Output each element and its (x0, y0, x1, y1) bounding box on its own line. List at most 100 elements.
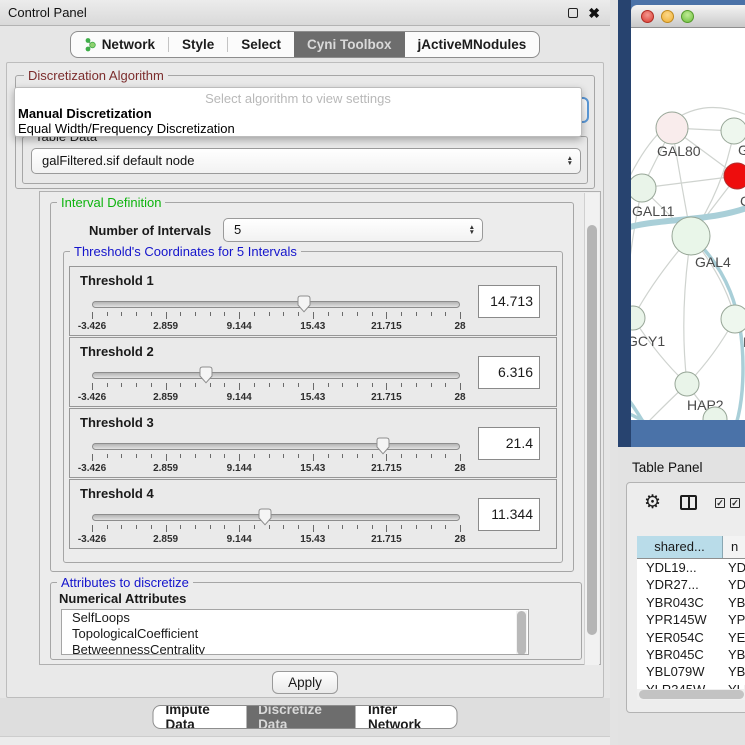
network-node[interactable] (724, 163, 745, 189)
tab-jactivemnodules[interactable]: jActiveMNodules (405, 32, 540, 57)
close-traffic-light-icon[interactable] (641, 10, 654, 23)
settings-scrollbar[interactable] (584, 193, 599, 665)
tick-mark (372, 525, 373, 529)
threshold-value-field[interactable]: 6.316 (478, 356, 540, 389)
scale-label: -3.426 (78, 463, 106, 474)
scale-label: 28 (454, 392, 465, 403)
tick-mark (239, 383, 240, 390)
attributes-list-scrollbar[interactable] (516, 611, 527, 655)
tab-discretize-data[interactable]: Discretize Data (246, 706, 356, 728)
slider-track[interactable] (92, 514, 460, 521)
tick-mark (210, 312, 211, 316)
slider-track[interactable] (92, 301, 460, 308)
tick-mark (180, 312, 181, 316)
attribute-list-item[interactable]: BetweennessCentrality (62, 642, 528, 655)
table-row[interactable]: YDR27...YDR2 (637, 576, 745, 593)
slider-handle[interactable] (375, 437, 390, 455)
slider-handle[interactable] (257, 508, 272, 526)
control-panel-titlebar: Control Panel ✖ (0, 0, 610, 26)
network-edge[interactable] (633, 318, 687, 384)
number-of-intervals-combobox[interactable]: 5 ▲▼ (223, 218, 483, 242)
scale-label: -3.426 (78, 534, 106, 545)
threshold-label: Threshold 1 (80, 273, 154, 288)
slider-track[interactable] (92, 443, 460, 450)
dropdown-option-manual-discretization[interactable]: Manual Discretization (18, 106, 152, 121)
network-node[interactable] (721, 118, 745, 144)
threshold-value-field[interactable]: 21.4 (478, 427, 540, 460)
tick-mark (269, 312, 270, 316)
scale-label: 9.144 (227, 463, 252, 474)
tick-mark (136, 525, 137, 529)
apply-button[interactable]: Apply (272, 671, 338, 694)
zoom-traffic-light-icon[interactable] (681, 10, 694, 23)
tick-mark (92, 383, 93, 390)
threshold-value-field[interactable]: 11.344 (478, 498, 540, 531)
tick-mark (357, 383, 358, 387)
tick-mark (298, 383, 299, 387)
group-title: Threshold's Coordinates for 5 Intervals (70, 244, 301, 259)
threshold-slider[interactable]: -3.4262.8599.14415.4321.71528 (92, 435, 460, 477)
threshold-slider[interactable]: -3.4262.8599.14415.4321.71528 (92, 506, 460, 548)
column-header-shared[interactable]: shared... (637, 536, 723, 558)
tick-mark (107, 525, 108, 529)
thresholds-group: Threshold's Coordinates for 5 Intervals … (63, 251, 563, 563)
checkbox-icon[interactable]: ✓ (730, 498, 740, 508)
gear-icon[interactable]: ⚙ (644, 491, 661, 514)
numerical-attributes-list[interactable]: SelfLoopsTopologicalCoefficientBetweenne… (61, 609, 529, 655)
network-canvas[interactable]: GAL80GACGAL11GAL4GCY1HHAP2 (631, 28, 745, 420)
threshold-panel: Threshold 1 -3.4262.8599.14415.4321.71528… (69, 266, 557, 336)
threshold-slider[interactable]: -3.4262.8599.14415.4321.71528 (92, 293, 460, 335)
tick-mark (107, 312, 108, 316)
tab-select[interactable]: Select (228, 32, 294, 57)
node-table: shared... n YDL19...YDL1YDR27...YDR2YBR0… (637, 536, 745, 694)
tick-mark (180, 383, 181, 387)
table-row[interactable]: YBR043CYBR0 (637, 594, 745, 611)
group-title: Interval Definition (57, 195, 165, 210)
table-row[interactable]: YDL19...YDL1 (637, 559, 745, 576)
network-node[interactable] (672, 217, 710, 255)
threshold-slider[interactable]: -3.4262.8599.14415.4321.71528 (92, 364, 460, 406)
tab-impute-data[interactable]: Impute Data (154, 706, 247, 728)
scale-label: 15.43 (300, 321, 325, 332)
desktop-edge (618, 0, 631, 447)
cell-name: YBL0 (723, 663, 745, 680)
table-panel-title: Table Panel (632, 460, 703, 475)
tick-mark (342, 383, 343, 387)
checkbox-icon[interactable]: ✓ (715, 498, 725, 508)
threshold-value-field[interactable]: 14.713 (478, 285, 540, 318)
table-row[interactable]: YBR045CYBR0 (637, 646, 745, 663)
tab-cyni-toolbox[interactable]: Cyni Toolbox (294, 32, 405, 57)
tab-style[interactable]: Style (169, 32, 227, 57)
network-node[interactable] (631, 174, 656, 202)
dropdown-option-equal-width[interactable]: Equal Width/Frequency Discretization (18, 121, 235, 136)
table-data-combobox[interactable]: galFiltered.sif default node ▲▼ (31, 148, 581, 174)
slider-handle[interactable] (199, 366, 214, 384)
tick-mark (313, 312, 314, 319)
cell-shared-name: YDR27... (637, 576, 723, 593)
float-window-icon[interactable] (568, 8, 578, 18)
attribute-list-item[interactable]: TopologicalCoefficient (62, 626, 528, 642)
network-node[interactable] (721, 305, 745, 333)
network-window-titlebar[interactable] (631, 5, 745, 28)
table-horizontal-scrollbar[interactable] (637, 689, 745, 700)
network-node[interactable] (656, 112, 688, 144)
tab-infer-network[interactable]: Infer Network (356, 706, 457, 728)
table-row[interactable]: YER054CYER0 (637, 629, 745, 646)
slider-track[interactable] (92, 372, 460, 379)
slider-handle[interactable] (297, 295, 312, 313)
cell-shared-name: YBL079W (637, 663, 723, 680)
close-icon[interactable]: ✖ (588, 4, 600, 22)
attribute-list-item[interactable]: SelfLoops (62, 610, 528, 626)
minimize-traffic-light-icon[interactable] (661, 10, 674, 23)
column-header-name[interactable]: n (723, 536, 745, 558)
table-row[interactable]: YBL079WYBL0 (637, 663, 745, 680)
split-columns-icon[interactable] (680, 495, 697, 510)
network-node[interactable] (675, 372, 699, 396)
cyni-toolbox-panel: Discretization Algorithm Table Data galF… (6, 62, 604, 698)
network-edge[interactable] (684, 236, 691, 384)
table-row[interactable]: YPR145WYPR1 (637, 611, 745, 628)
tick-mark (342, 525, 343, 529)
tab-network[interactable]: Network (71, 32, 168, 57)
scale-label: 2.859 (153, 392, 178, 403)
network-node[interactable] (631, 306, 645, 330)
